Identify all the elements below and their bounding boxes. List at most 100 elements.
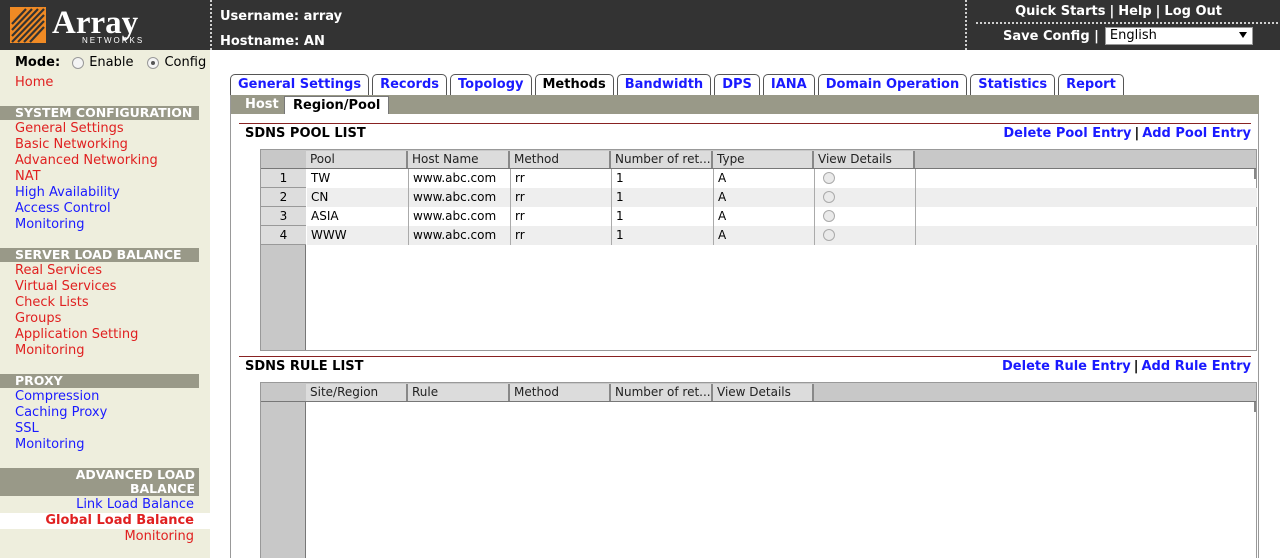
cell-view-details (815, 226, 916, 245)
cell-type: A (714, 207, 815, 226)
sidebar-item-access-control[interactable]: Access Control (15, 201, 111, 217)
save-config-row: Save Config | English (1003, 27, 1253, 45)
table-row[interactable]: CN www.abc.com rr 1 A (307, 188, 1257, 207)
view-details-radio[interactable] (823, 229, 835, 241)
subtab-host[interactable]: Host (237, 96, 287, 114)
col-type[interactable]: Type (713, 151, 814, 168)
sidebar-item-general-settings[interactable]: General Settings (15, 121, 124, 137)
delete-rule-entry-link[interactable]: Delete Rule Entry (1002, 359, 1131, 374)
col-rule[interactable]: Rule (408, 384, 510, 401)
sidebar-item-application-setting[interactable]: Application Setting (15, 327, 138, 343)
col-method[interactable]: Method (510, 151, 611, 168)
sidebar-item-ssl[interactable]: SSL (15, 421, 39, 437)
tab-methods[interactable]: Methods (534, 74, 614, 95)
sidebar-item-link-load-balance[interactable]: Link Load Balance (76, 497, 194, 513)
col-method[interactable]: Method (510, 384, 611, 401)
rule-list-section: SDNS RULE LIST Delete Rule Entry | Add Rul… (239, 356, 1257, 558)
header-edge (1254, 402, 1256, 412)
mode-label: Mode: (15, 55, 61, 70)
array-networks-logo[interactable]: Array NETWORKS (0, 0, 210, 50)
rule-list-title: SDNS RULE LIST (245, 359, 364, 374)
cell-host: www.abc.com (409, 169, 511, 188)
subtab-region-pool[interactable]: Region/Pool (284, 96, 390, 114)
user-info: Username: array Hostname: AN (220, 4, 342, 54)
language-select[interactable]: English (1104, 27, 1253, 45)
row-number-column: 1 2 3 4 (261, 169, 306, 350)
rule-list-actions: Delete Rule Entry | Add Rule Entry (1002, 359, 1251, 374)
col-view-details[interactable]: View Details (814, 151, 915, 168)
sidebar-item-virtual-services[interactable]: Virtual Services (15, 279, 116, 295)
table-row[interactable]: WWW www.abc.com rr 1 A (307, 226, 1257, 245)
col-number-of-ret[interactable]: Number of ret... (611, 151, 713, 168)
table-row[interactable]: ASIA www.abc.com rr 1 A (307, 207, 1257, 226)
tab-general-settings[interactable]: General Settings (230, 74, 370, 95)
log-out-link[interactable]: Log Out (1164, 4, 1222, 19)
sidebar-item-check-lists[interactable]: Check Lists (15, 295, 89, 311)
col-host-name[interactable]: Host Name (408, 151, 510, 168)
cell-number: 1 (612, 169, 714, 188)
quick-starts-link[interactable]: Quick Starts (1015, 4, 1105, 19)
row-number: 3 (261, 207, 306, 226)
sidebar-item-nat[interactable]: NAT (15, 169, 41, 185)
sidebar-item-real-services[interactable]: Real Services (15, 263, 102, 279)
sidebar-item-monitoring-proxy[interactable]: Monitoring (15, 437, 85, 453)
add-pool-entry-link[interactable]: Add Pool Entry (1142, 126, 1251, 141)
view-details-radio[interactable] (823, 210, 835, 222)
section-advanced-title-1: ADVANCED LOAD (75, 467, 195, 482)
mode-config-radio[interactable] (147, 56, 160, 69)
tab-bandwidth[interactable]: Bandwidth (616, 74, 712, 95)
sidebar-item-compression[interactable]: Compression (15, 389, 99, 405)
section-advanced-load-balance: ADVANCED LOAD BALANCE (0, 468, 199, 496)
sidebar-item-home[interactable]: Home (15, 75, 53, 91)
tab-report[interactable]: Report (1058, 74, 1124, 95)
tab-iana[interactable]: IANA (762, 74, 815, 95)
sidebar-item-advanced-networking[interactable]: Advanced Networking (15, 153, 158, 169)
mode-enable-radio[interactable] (72, 56, 85, 69)
sidebar-item-high-availability[interactable]: High Availability (15, 185, 120, 201)
section-advanced-title-2: BALANCE (129, 481, 195, 496)
cell-pool: TW (307, 169, 409, 188)
sidebar-item-basic-networking[interactable]: Basic Networking (15, 137, 128, 153)
mode-enable-label: Enable (89, 55, 134, 70)
sidebar-item-groups[interactable]: Groups (15, 311, 61, 327)
tab-records[interactable]: Records (372, 74, 448, 95)
delete-pool-entry-link[interactable]: Delete Pool Entry (1003, 126, 1131, 141)
tab-domain-operation[interactable]: Domain Operation (817, 74, 968, 95)
cell-method: rr (511, 169, 612, 188)
cell-method: rr (511, 207, 612, 226)
language-value: English (1109, 28, 1157, 43)
tab-dps[interactable]: DPS (714, 74, 760, 95)
cell-number: 1 (612, 226, 714, 245)
username-label: Username: (220, 9, 300, 24)
view-details-radio[interactable] (823, 191, 835, 203)
col-pool[interactable]: Pool (306, 151, 408, 168)
sidebar-item-monitoring-slb[interactable]: Monitoring (15, 343, 85, 359)
add-rule-entry-link[interactable]: Add Rule Entry (1142, 359, 1252, 374)
section-server-load-balance: SERVER LOAD BALANCE (0, 248, 199, 262)
help-link[interactable]: Help (1118, 4, 1151, 19)
cell-pool: CN (307, 188, 409, 207)
row-number-column (261, 402, 306, 558)
dropdown-arrow-icon (1238, 32, 1247, 38)
cell-pool: ASIA (307, 207, 409, 226)
header-divider (210, 0, 212, 50)
pool-list-title: SDNS POOL LIST (245, 126, 366, 141)
hostname-label: Hostname: (220, 34, 300, 49)
col-view-details[interactable]: View Details (713, 384, 814, 401)
table-row[interactable]: TW www.abc.com rr 1 A (307, 169, 1257, 188)
view-details-radio[interactable] (823, 172, 835, 184)
sidebar-item-caching-proxy[interactable]: Caching Proxy (15, 405, 107, 421)
sidebar-item-monitoring-alb[interactable]: Monitoring (124, 529, 194, 545)
section-proxy: PROXY (0, 374, 199, 388)
row-number: 1 (261, 169, 306, 188)
sidebar: Mode: Enable Config Home SYSTEM CONFIGUR… (0, 50, 210, 558)
save-config-link[interactable]: Save Config (1003, 29, 1090, 44)
tab-topology[interactable]: Topology (450, 74, 532, 95)
col-number-of-ret[interactable]: Number of ret... (611, 384, 713, 401)
sidebar-item-global-load-balance[interactable]: Global Load Balance (45, 513, 194, 529)
pool-list-actions: Delete Pool Entry | Add Pool Entry (1003, 126, 1251, 141)
tab-statistics[interactable]: Statistics (970, 74, 1056, 95)
sidebar-item-monitoring-system[interactable]: Monitoring (15, 217, 85, 233)
pool-table-header: Pool Host Name Method Number of ret... T… (261, 150, 1256, 169)
col-site-region[interactable]: Site/Region (306, 384, 408, 401)
